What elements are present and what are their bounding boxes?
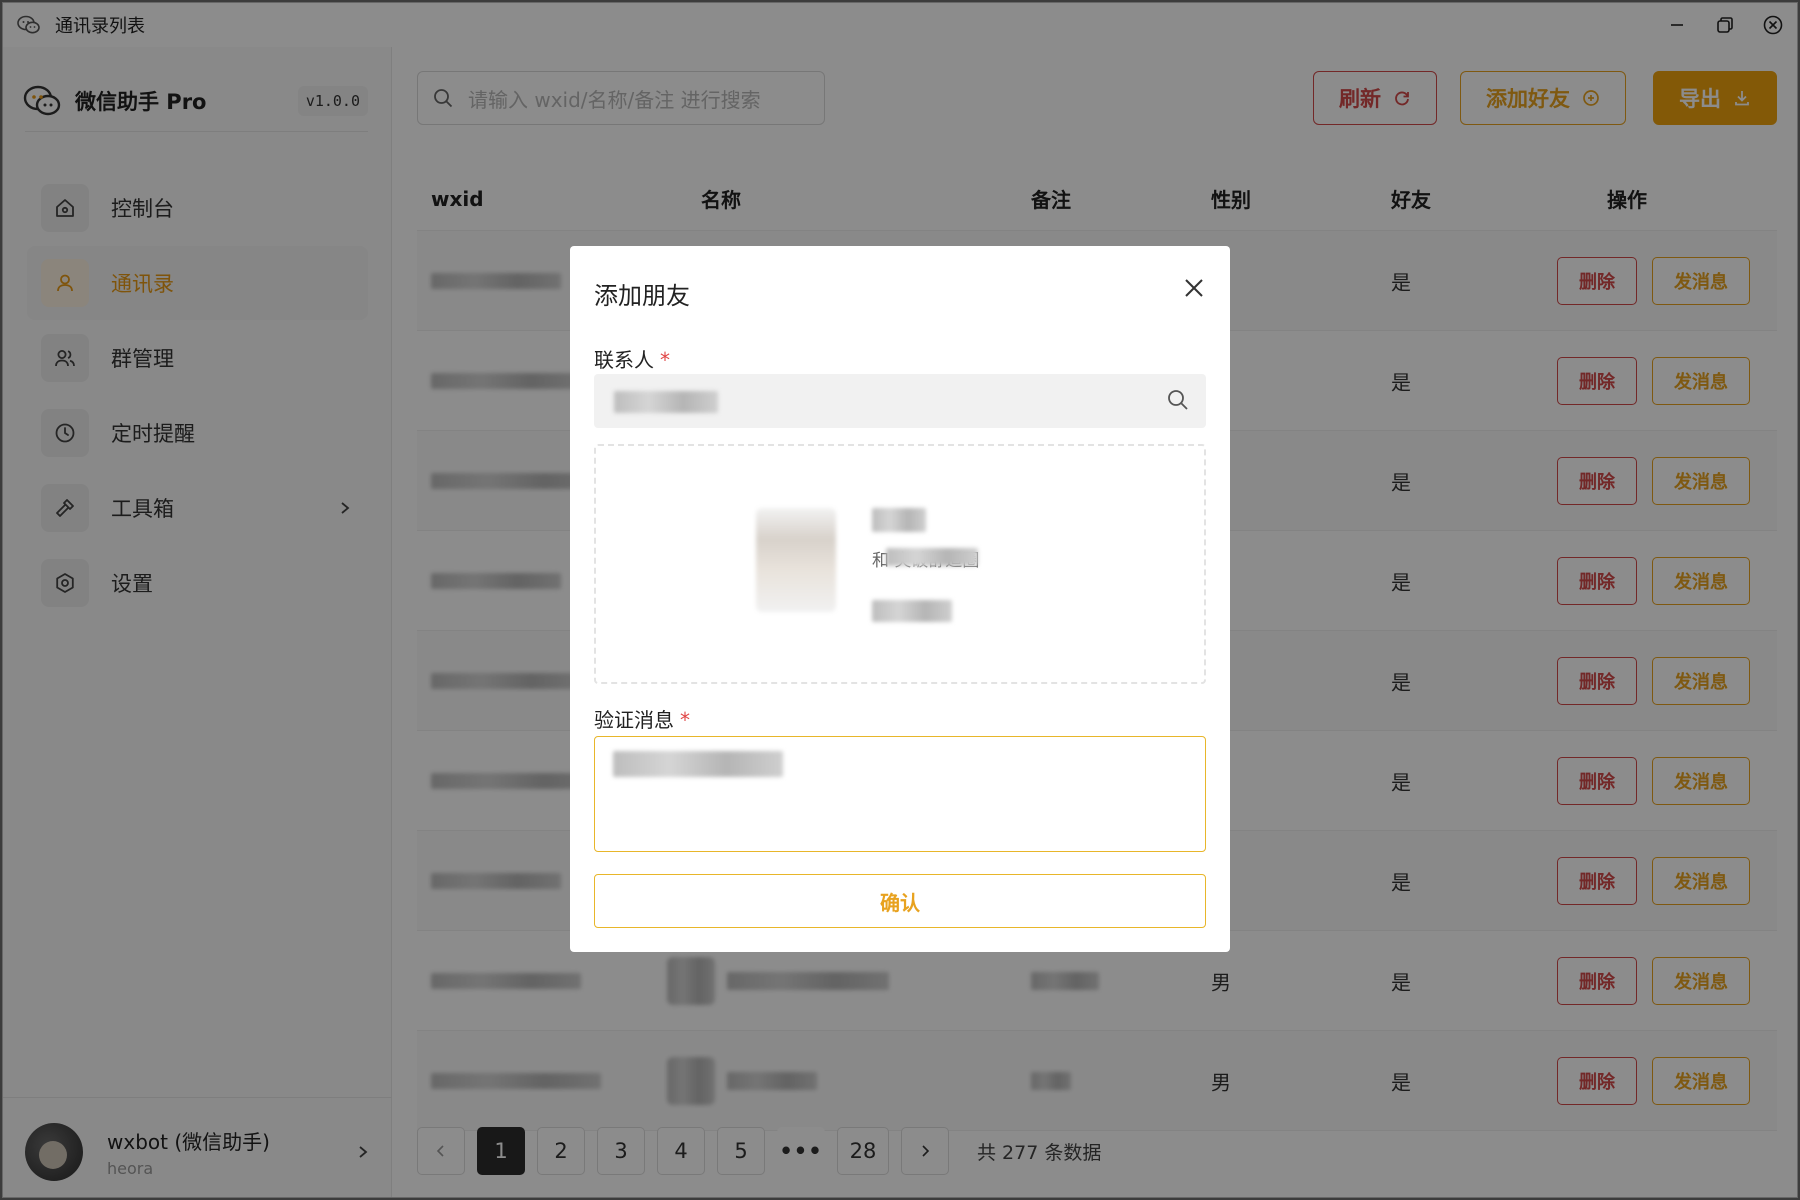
add-friend-dialog: 添加朋友 联系人* 和 突破舒适圈 验证消息* 确认 xyxy=(570,246,1230,952)
verify-message-value xyxy=(613,751,783,777)
contact-input-value xyxy=(614,391,718,413)
dialog-title: 添加朋友 xyxy=(594,282,690,310)
verify-message-textarea[interactable] xyxy=(594,736,1206,852)
close-icon[interactable] xyxy=(1180,274,1208,302)
contact-search-input[interactable] xyxy=(594,374,1206,428)
contact-signature-redacted xyxy=(886,548,978,566)
required-mark: * xyxy=(660,348,670,372)
contact-result-card[interactable]: 和 突破舒适圈 xyxy=(594,444,1206,684)
verify-label-text: 验证消息 xyxy=(594,708,674,732)
contact-avatar xyxy=(756,508,836,612)
contact-label: 联系人 * xyxy=(594,344,670,373)
required-mark: * xyxy=(680,708,690,732)
search-icon[interactable] xyxy=(1166,388,1190,412)
verify-label: 验证消息 * xyxy=(594,704,690,733)
contact-detail xyxy=(872,600,952,622)
contact-label-text: 联系人 xyxy=(594,348,654,372)
contact-name xyxy=(872,508,926,532)
confirm-button[interactable]: 确认 xyxy=(594,874,1206,928)
